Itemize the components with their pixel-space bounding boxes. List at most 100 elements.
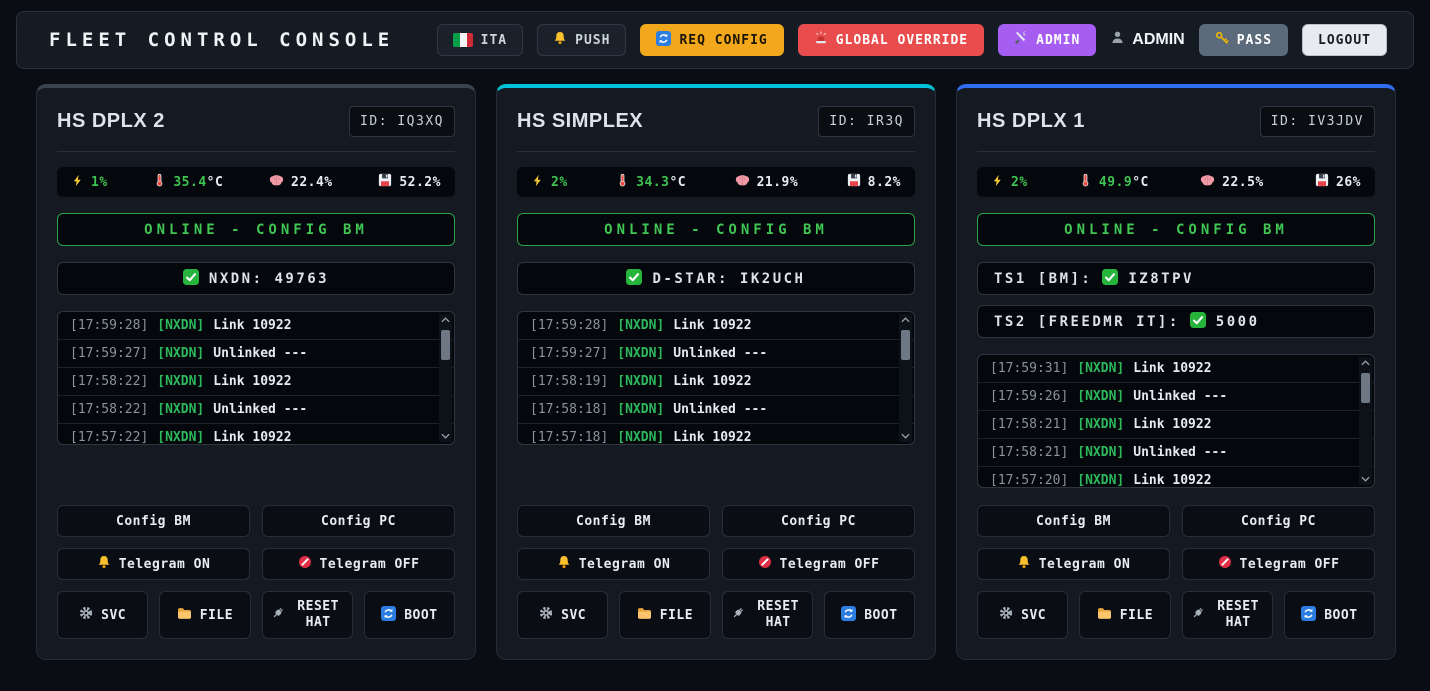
config-pc-button[interactable]: Config PC	[1182, 505, 1375, 537]
log-row: [17:59:27][NXDN]Unlinked ---	[58, 340, 454, 368]
status-banner: ONLINE - CONFIG BM	[517, 213, 915, 246]
scrollbar-thumb[interactable]	[441, 330, 450, 360]
card-header: HS DPLX 1 ID: IV3JDV	[977, 106, 1375, 137]
language-button[interactable]: ITA	[437, 24, 523, 56]
boot-button[interactable]: BOOT	[364, 591, 455, 639]
log-row: [17:58:22][NXDN]Unlinked ---	[58, 396, 454, 424]
status-banner: ONLINE - CONFIG BM	[57, 213, 455, 246]
stats-bar: 2% 49.9°C 22.5% 26%	[977, 167, 1375, 197]
config-bm-button[interactable]: Config BM	[57, 505, 250, 537]
scrollbar[interactable]	[439, 314, 452, 442]
disk-stat: 26%	[1315, 173, 1361, 191]
config-bm-button[interactable]: Config BM	[517, 505, 710, 537]
svc-button[interactable]: SVC	[977, 591, 1068, 639]
timeslot-value: IZ8TPV	[1128, 271, 1194, 287]
top-bar: FLEET CONTROL CONSOLE ITA PUSH REQ CONFI…	[16, 11, 1414, 69]
temperature-unit: °C	[1132, 175, 1149, 190]
admin-button[interactable]: ADMIN	[998, 24, 1096, 56]
event-log[interactable]: [17:59:31][NXDN]Link 10922 [17:59:26][NX…	[977, 354, 1375, 488]
telegram-on-button[interactable]: Telegram ON	[517, 548, 710, 580]
logout-button[interactable]: LOGOUT	[1302, 24, 1387, 56]
current-user: ADMIN	[1110, 30, 1184, 50]
reset-hat-button[interactable]: RESET HAT	[722, 591, 813, 639]
floppy-disk-icon	[847, 173, 861, 191]
log-row: [17:59:26][NXDN]Unlinked ---	[978, 383, 1374, 411]
scrollbar-thumb[interactable]	[1361, 373, 1370, 403]
chevron-up-icon[interactable]	[901, 314, 910, 326]
config-pc-button[interactable]: Config PC	[722, 505, 915, 537]
reload-icon	[1301, 606, 1316, 625]
svc-button[interactable]: SVC	[57, 591, 148, 639]
push-button[interactable]: PUSH	[537, 24, 626, 56]
thermometer-icon	[1079, 173, 1092, 191]
device-title: HS SIMPLEX	[517, 110, 643, 133]
event-log[interactable]: [17:59:28][NXDN]Link 10922 [17:59:27][NX…	[57, 311, 455, 445]
cpu-value: 21.9%	[757, 175, 799, 190]
telegram-off-button[interactable]: Telegram OFF	[262, 548, 455, 580]
mode-value: NXDN: 49763	[209, 271, 329, 287]
temperature-stat: 34.3°C	[616, 173, 686, 191]
log-row: [17:58:19][NXDN]Link 10922	[518, 368, 914, 396]
bell-icon	[557, 555, 571, 573]
power-stat: 2%	[531, 174, 568, 191]
cpu-value: 22.5%	[1222, 175, 1264, 190]
req-config-label: REQ CONFIG	[679, 33, 767, 48]
gear-icon	[999, 606, 1013, 624]
config-bm-button[interactable]: Config BM	[977, 505, 1170, 537]
disk-value: 26%	[1336, 175, 1361, 190]
telegram-on-button[interactable]: Telegram ON	[977, 548, 1170, 580]
file-button[interactable]: FILE	[159, 591, 250, 639]
plug-icon	[271, 606, 285, 624]
status-banner: ONLINE - CONFIG BM	[977, 213, 1375, 246]
power-value: 1%	[91, 175, 108, 190]
siren-icon	[814, 31, 828, 49]
config-pc-button[interactable]: Config PC	[262, 505, 455, 537]
push-label: PUSH	[575, 33, 610, 48]
chevron-up-icon[interactable]	[441, 314, 450, 326]
reset-hat-button[interactable]: RESET HAT	[1182, 591, 1273, 639]
boot-button[interactable]: BOOT	[1284, 591, 1375, 639]
plug-icon	[731, 606, 745, 624]
req-config-button[interactable]: REQ CONFIG	[640, 24, 783, 56]
card-actions: Config BM Config PC Telegram ON Telegram…	[517, 494, 915, 639]
device-card-hs-dplx-2: HS DPLX 2 ID: IQ3XQ 1% 35.4°C 22.4% 52.2…	[36, 84, 476, 660]
event-log[interactable]: [17:59:28][NXDN]Link 10922 [17:59:27][NX…	[517, 311, 915, 445]
reload-icon	[381, 606, 396, 625]
pass-button[interactable]: PASS	[1199, 24, 1288, 56]
timeslot-1-indicator: TS1 [BM]: IZ8TPV	[977, 262, 1375, 295]
telegram-off-button[interactable]: Telegram OFF	[722, 548, 915, 580]
svc-button[interactable]: SVC	[517, 591, 608, 639]
telegram-off-button[interactable]: Telegram OFF	[1182, 548, 1375, 580]
telegram-on-button[interactable]: Telegram ON	[57, 548, 250, 580]
chevron-down-icon[interactable]	[1361, 473, 1370, 485]
disk-value: 52.2%	[399, 175, 441, 190]
file-button[interactable]: FILE	[619, 591, 710, 639]
reload-icon	[656, 31, 671, 50]
log-row: [17:58:22][NXDN]Link 10922	[58, 368, 454, 396]
power-stat: 1%	[71, 174, 108, 191]
chevron-down-icon[interactable]	[441, 430, 450, 442]
scrollbar[interactable]	[1359, 357, 1372, 485]
boot-button[interactable]: BOOT	[824, 591, 915, 639]
floppy-disk-icon	[378, 173, 392, 191]
device-card-hs-simplex: HS SIMPLEX ID: IR3Q 2% 34.3°C 21.9% 8.2%…	[496, 84, 936, 660]
divider	[517, 151, 915, 152]
reset-hat-button[interactable]: RESET HAT	[262, 591, 353, 639]
scrollbar[interactable]	[899, 314, 912, 442]
scrollbar-thumb[interactable]	[901, 330, 910, 360]
chevron-up-icon[interactable]	[1361, 357, 1370, 369]
bolt-icon	[991, 174, 1004, 191]
cpu-value: 22.4%	[291, 175, 333, 190]
file-button[interactable]: FILE	[1079, 591, 1170, 639]
global-override-button[interactable]: GLOBAL OVERRIDE	[798, 24, 984, 56]
temperature-stat: 35.4°C	[153, 173, 223, 191]
top-bar-actions: ITA PUSH REQ CONFIG GLOBAL OVERRIDE ADMI…	[437, 24, 1387, 56]
brain-icon	[735, 174, 750, 191]
stats-bar: 1% 35.4°C 22.4% 52.2%	[57, 167, 455, 197]
bell-icon	[553, 31, 567, 49]
device-id-badge: ID: IQ3XQ	[349, 106, 455, 137]
log-row: [17:57:22][NXDN]Link 10922	[58, 424, 454, 445]
device-card-hs-dplx-1: HS DPLX 1 ID: IV3JDV 2% 49.9°C 22.5% 26%…	[956, 84, 1396, 660]
chevron-down-icon[interactable]	[901, 430, 910, 442]
card-actions: Config BM Config PC Telegram ON Telegram…	[977, 494, 1375, 639]
